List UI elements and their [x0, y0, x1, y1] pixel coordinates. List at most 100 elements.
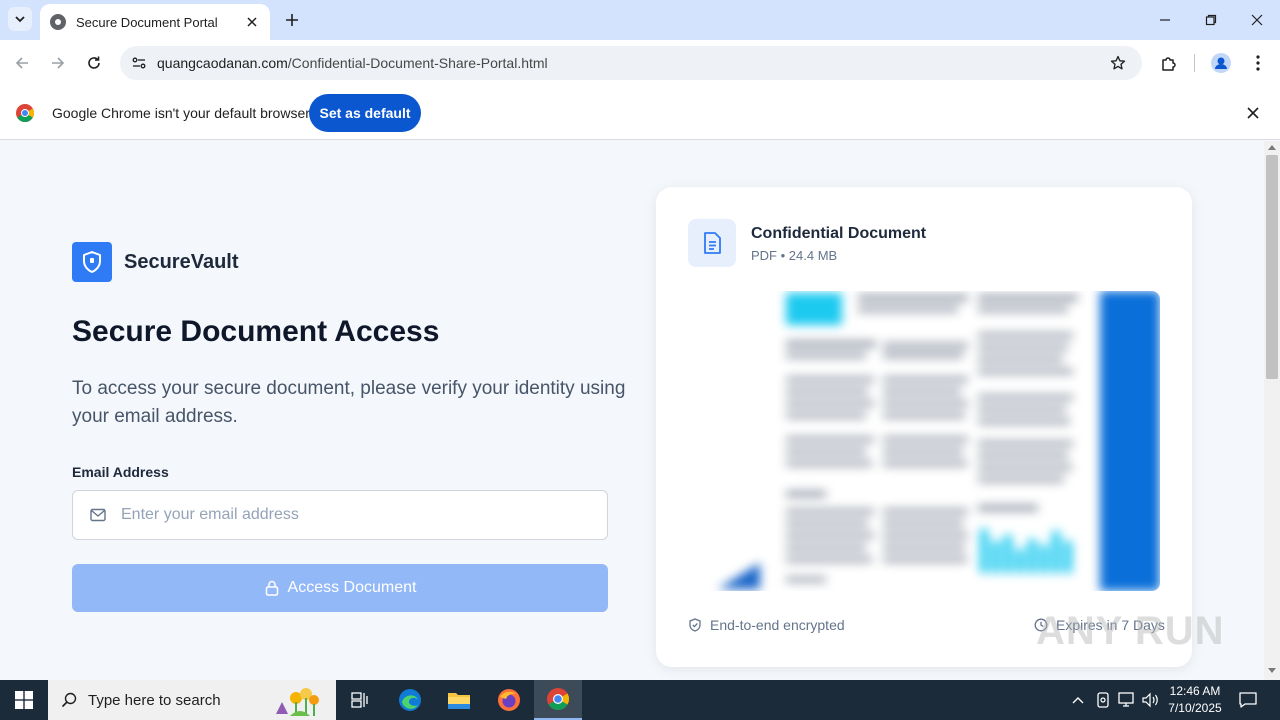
close-icon [247, 17, 257, 27]
tray-device-button[interactable] [1094, 691, 1112, 709]
minimize-button[interactable] [1155, 10, 1175, 30]
windows-start-icon [15, 691, 33, 709]
tab-strip: Secure Document Portal [0, 0, 1280, 40]
close-icon [1251, 14, 1263, 26]
star-icon [1110, 55, 1126, 70]
back-icon [15, 57, 28, 69]
more-menu-button[interactable] [1247, 52, 1269, 74]
taskbar-clock[interactable]: 12:46 AM 7/10/2025 [1160, 683, 1230, 717]
taskbar-search-placeholder: Type here to search [88, 691, 221, 709]
access-document-label: Access Document [287, 579, 417, 596]
document-preview [688, 291, 1160, 591]
email-label: Email Address [72, 464, 169, 480]
close-icon [1247, 107, 1259, 119]
mail-icon [89, 506, 107, 524]
document-card: Confidential Document PDF • 24.4 MB End-… [656, 187, 1192, 667]
search-icon [60, 691, 78, 709]
email-field[interactable] [72, 490, 608, 540]
tab-close-button[interactable] [244, 14, 260, 30]
brand: SecureVault [72, 242, 239, 282]
forward-icon [52, 57, 65, 69]
back-button[interactable] [11, 52, 33, 74]
plus-icon [286, 14, 298, 26]
windows-taskbar: Type here to search 12:46 AM 7/10/2025 [0, 680, 1280, 720]
document-title: Confidential Document [751, 225, 927, 242]
site-favicon-icon [50, 14, 66, 30]
window-close-button[interactable] [1247, 10, 1267, 30]
edge-icon [399, 689, 421, 711]
watermark-logo: ANY RUN [1036, 609, 1225, 653]
site-info-icon[interactable] [130, 54, 148, 72]
new-tab-button[interactable] [282, 10, 302, 30]
url-path: /Confidential-Document-Share-Portal.html [287, 55, 548, 71]
taskbar-edge[interactable] [386, 680, 434, 720]
taskbar-firefox[interactable] [485, 680, 533, 720]
page-viewport: SecureVault Secure Document Access To ac… [0, 141, 1264, 680]
encryption-text: End-to-end encrypted [710, 617, 845, 633]
taskbar-file-explorer[interactable] [435, 680, 483, 720]
more-icon [1256, 55, 1260, 71]
tray-network-button[interactable] [1118, 691, 1136, 709]
tray-volume-button[interactable] [1142, 691, 1160, 709]
restore-icon [1205, 14, 1217, 26]
url-domain: quangcaodanan.com [157, 55, 288, 71]
tab-title: Secure Document Portal [76, 14, 218, 30]
brand-name: SecureVault [124, 250, 239, 273]
address-bar[interactable]: quangcaodanan.com/Confidential-Document-… [120, 46, 1142, 80]
blurred-document-image [688, 291, 1160, 591]
start-button[interactable] [0, 680, 48, 720]
flowers-illustration [276, 688, 319, 716]
network-icon [1118, 692, 1134, 707]
minimize-icon [1160, 19, 1170, 21]
browser-tab[interactable]: Secure Document Portal [40, 4, 270, 40]
extensions-icon [1162, 57, 1176, 71]
firefox-icon [498, 689, 520, 711]
profile-button[interactable] [1210, 52, 1232, 74]
profile-icon [1211, 53, 1231, 73]
tab-search-button[interactable] [8, 7, 32, 31]
page-scrollbar[interactable] [1264, 141, 1280, 680]
scroll-up-arrow[interactable] [1268, 145, 1276, 150]
url-text: quangcaodanan.com/Confidential-Document-… [157, 55, 1108, 71]
restore-button[interactable] [1201, 10, 1221, 30]
device-icon [1097, 692, 1109, 708]
infobar-close-button[interactable] [1244, 104, 1262, 122]
taskbar-chrome[interactable] [534, 680, 582, 720]
toolbar-separator [1194, 54, 1195, 72]
chevron-up-icon [1072, 697, 1084, 704]
scroll-down-arrow[interactable] [1268, 668, 1276, 673]
bookmark-star-button[interactable] [1108, 53, 1128, 73]
tray-overflow-button[interactable] [1069, 691, 1087, 709]
clock-date: 7/10/2025 [1168, 701, 1222, 715]
encryption-note: End-to-end encrypted [688, 617, 845, 633]
shield-icon [72, 242, 112, 282]
forward-button[interactable] [47, 52, 69, 74]
access-document-button[interactable]: Access Document [72, 564, 608, 612]
scroll-thumb[interactable] [1266, 155, 1278, 379]
page-subtitle: To access your secure document, please v… [72, 378, 626, 427]
notification-center-button[interactable] [1238, 690, 1258, 710]
default-browser-infobar: Google Chrome isn't your default browser… [0, 86, 1280, 140]
browser-toolbar: quangcaodanan.com/Confidential-Document-… [0, 40, 1280, 86]
chevron-down-icon [15, 16, 25, 23]
reload-button[interactable] [83, 52, 105, 74]
document-meta: PDF • 24.4 MB [751, 248, 838, 263]
extensions-button[interactable] [1158, 52, 1180, 74]
infobar-message: Google Chrome isn't your default browser [52, 105, 310, 121]
set-as-default-button[interactable]: Set as default [309, 94, 421, 132]
file-explorer-icon [448, 693, 470, 709]
email-input[interactable] [121, 506, 581, 524]
volume-icon [1142, 692, 1158, 708]
shield-check-icon [688, 618, 702, 632]
chrome-icon [547, 688, 569, 710]
chrome-logo [16, 104, 34, 122]
task-view-icon [351, 692, 368, 708]
page-title: Secure Document Access [72, 315, 440, 348]
taskbar-search-box[interactable]: Type here to search [48, 680, 336, 720]
document-icon [688, 219, 736, 267]
notification-icon [1239, 692, 1257, 708]
clock-time: 12:46 AM [1169, 684, 1221, 698]
reload-icon [88, 56, 100, 69]
task-view-button[interactable] [336, 680, 384, 720]
lock-icon [264, 580, 280, 596]
